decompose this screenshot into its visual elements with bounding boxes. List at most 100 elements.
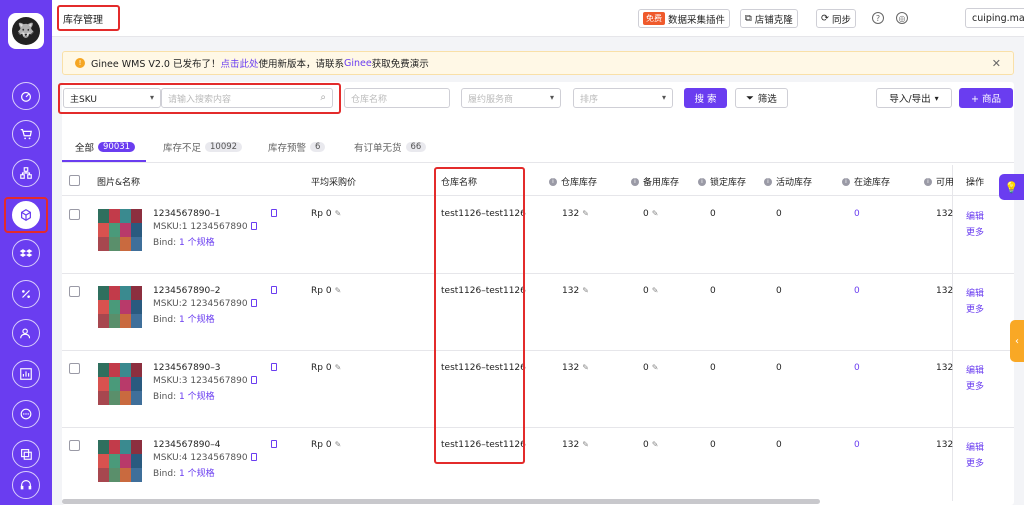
warehouse-input[interactable]: 仓库名称	[344, 88, 450, 108]
header-divider	[62, 195, 1014, 196]
transit-stock[interactable]: 0	[854, 440, 860, 450]
notice-middle: 使用新版本，请联系	[258, 59, 345, 70]
product-name: 1234567890–1	[153, 209, 221, 219]
sync-button[interactable]: ⟳ 同步	[816, 9, 856, 28]
headset-icon[interactable]	[12, 471, 40, 499]
copy-icon[interactable]	[250, 222, 257, 230]
product-name: 1234567890–2	[153, 286, 221, 296]
row-checkbox[interactable]	[69, 286, 80, 297]
bind-link[interactable]: 1 个规格	[179, 238, 215, 248]
edit-icon[interactable]: ✎	[582, 363, 589, 372]
available-stock: 132	[936, 286, 954, 296]
edit-icon[interactable]: ✎	[335, 440, 342, 449]
edit-icon[interactable]: ✎	[335, 363, 342, 372]
copy-icon[interactable]	[268, 209, 277, 219]
chevron-left-icon[interactable]: ‹	[1010, 320, 1024, 362]
filter-button[interactable]: ⏷ 筛选	[735, 88, 788, 108]
sync-label: 同步	[831, 14, 851, 26]
globe-icon[interactable]: ◎	[896, 12, 908, 24]
close-icon[interactable]: ✕	[992, 57, 1001, 70]
edit-icon[interactable]: ✎	[335, 209, 342, 218]
edit-link[interactable]: 编辑	[966, 286, 984, 299]
tab-low-stock[interactable]: 库存不足 10092	[163, 140, 243, 154]
product-bind: Bind: 1 个规格	[153, 389, 215, 402]
chat-icon[interactable]	[12, 400, 40, 428]
cart-icon[interactable]	[12, 120, 40, 148]
avg-price: Rp 0 ✎	[311, 286, 341, 296]
promo-stock: 0	[776, 286, 782, 296]
active-nav-highlight	[4, 197, 48, 233]
search-icon[interactable]: ⌕	[320, 92, 326, 103]
edit-link[interactable]: 编辑	[966, 363, 984, 376]
row-checkbox[interactable]	[69, 363, 80, 374]
copy-icon[interactable]	[268, 440, 277, 450]
transit-stock[interactable]: 0	[854, 363, 860, 373]
transit-stock[interactable]: 0	[854, 209, 860, 219]
more-link[interactable]: 更多	[966, 302, 984, 315]
user-menu[interactable]: cuiping.ma@a...	[965, 8, 1024, 28]
tab-label: 全部	[75, 143, 95, 154]
copy-icon[interactable]	[250, 299, 257, 307]
logo[interactable]: 🐺	[8, 13, 44, 49]
edit-icon[interactable]: ✎	[582, 440, 589, 449]
avg-price: Rp 0 ✎	[311, 440, 341, 450]
select-all-checkbox[interactable]	[69, 175, 80, 186]
promo-stock: 0	[776, 440, 782, 450]
copy-icon[interactable]	[268, 363, 277, 373]
bind-link[interactable]: 1 个规格	[179, 469, 215, 479]
add-product-button[interactable]: + 商品	[959, 88, 1013, 108]
tab-stock-warning[interactable]: 库存预警 6	[268, 140, 326, 154]
notice-brand[interactable]: Ginee	[344, 58, 372, 69]
row-divider	[62, 350, 1014, 351]
edit-icon[interactable]: ✎	[582, 209, 589, 218]
dashboard-icon[interactable]	[12, 82, 40, 110]
copy-icon[interactable]	[250, 376, 257, 384]
data-plugin-button[interactable]: 免费 数据采集插件	[638, 9, 731, 28]
users-icon[interactable]	[12, 319, 40, 347]
more-link[interactable]: 更多	[966, 379, 984, 392]
hierarchy-icon[interactable]	[12, 159, 40, 187]
row-checkbox[interactable]	[69, 440, 80, 451]
edit-icon[interactable]: ✎	[652, 363, 659, 372]
more-link[interactable]: 更多	[966, 456, 984, 469]
edit-icon[interactable]: ✎	[652, 286, 659, 295]
copy-icon[interactable]	[268, 286, 277, 296]
report-icon[interactable]	[12, 360, 40, 388]
wh-stock-value: 132	[562, 286, 580, 296]
info-icon: i	[549, 177, 557, 186]
free-badge: 免费	[643, 12, 665, 25]
search-button[interactable]: 搜 索	[684, 88, 727, 108]
search-placeholder: 请输入搜索内容	[168, 94, 232, 105]
sku-type-select[interactable]: 主SKU ▾	[63, 88, 161, 108]
product-bind: Bind: 1 个规格	[153, 466, 215, 479]
more-link[interactable]: 更多	[966, 225, 984, 238]
product-name: 1234567890–3	[153, 363, 221, 373]
help-icon[interactable]: ?	[872, 12, 884, 24]
row-checkbox[interactable]	[69, 209, 80, 220]
edit-link[interactable]: 编辑	[966, 440, 984, 453]
bind-link[interactable]: 1 个规格	[179, 392, 215, 402]
import-export-button[interactable]: 导入/导出 ▾	[876, 88, 952, 108]
lightbulb-icon[interactable]: 💡	[999, 174, 1024, 200]
backup-stock: 0 ✎	[643, 363, 658, 373]
edit-icon[interactable]: ✎	[582, 286, 589, 295]
bind-link[interactable]: 1 个规格	[179, 315, 215, 325]
store-clone-button[interactable]: ⧉ 店铺克隆	[740, 9, 798, 28]
percent-icon[interactable]	[12, 280, 40, 308]
edit-icon[interactable]: ✎	[652, 209, 659, 218]
search-input[interactable]: 请输入搜索内容 ⌕	[161, 88, 333, 108]
tab-all[interactable]: 全部 90031	[75, 140, 136, 154]
col-promo-stock: i 活动库存	[764, 175, 812, 188]
sort-select[interactable]: 排序 ▾	[573, 88, 673, 108]
notice-link[interactable]: 点击此处	[221, 56, 259, 70]
dropbox-icon[interactable]	[12, 239, 40, 267]
horizontal-scrollbar[interactable]	[62, 499, 820, 504]
transit-stock[interactable]: 0	[854, 286, 860, 296]
edit-icon[interactable]: ✎	[652, 440, 659, 449]
tab-order-no-stock[interactable]: 有订单无货 66	[354, 140, 427, 154]
edit-icon[interactable]: ✎	[335, 286, 342, 295]
copy-icon[interactable]	[250, 453, 257, 461]
copy-icon[interactable]	[12, 440, 40, 468]
service-provider-select[interactable]: 履约服务商 ▾	[461, 88, 561, 108]
edit-link[interactable]: 编辑	[966, 209, 984, 222]
